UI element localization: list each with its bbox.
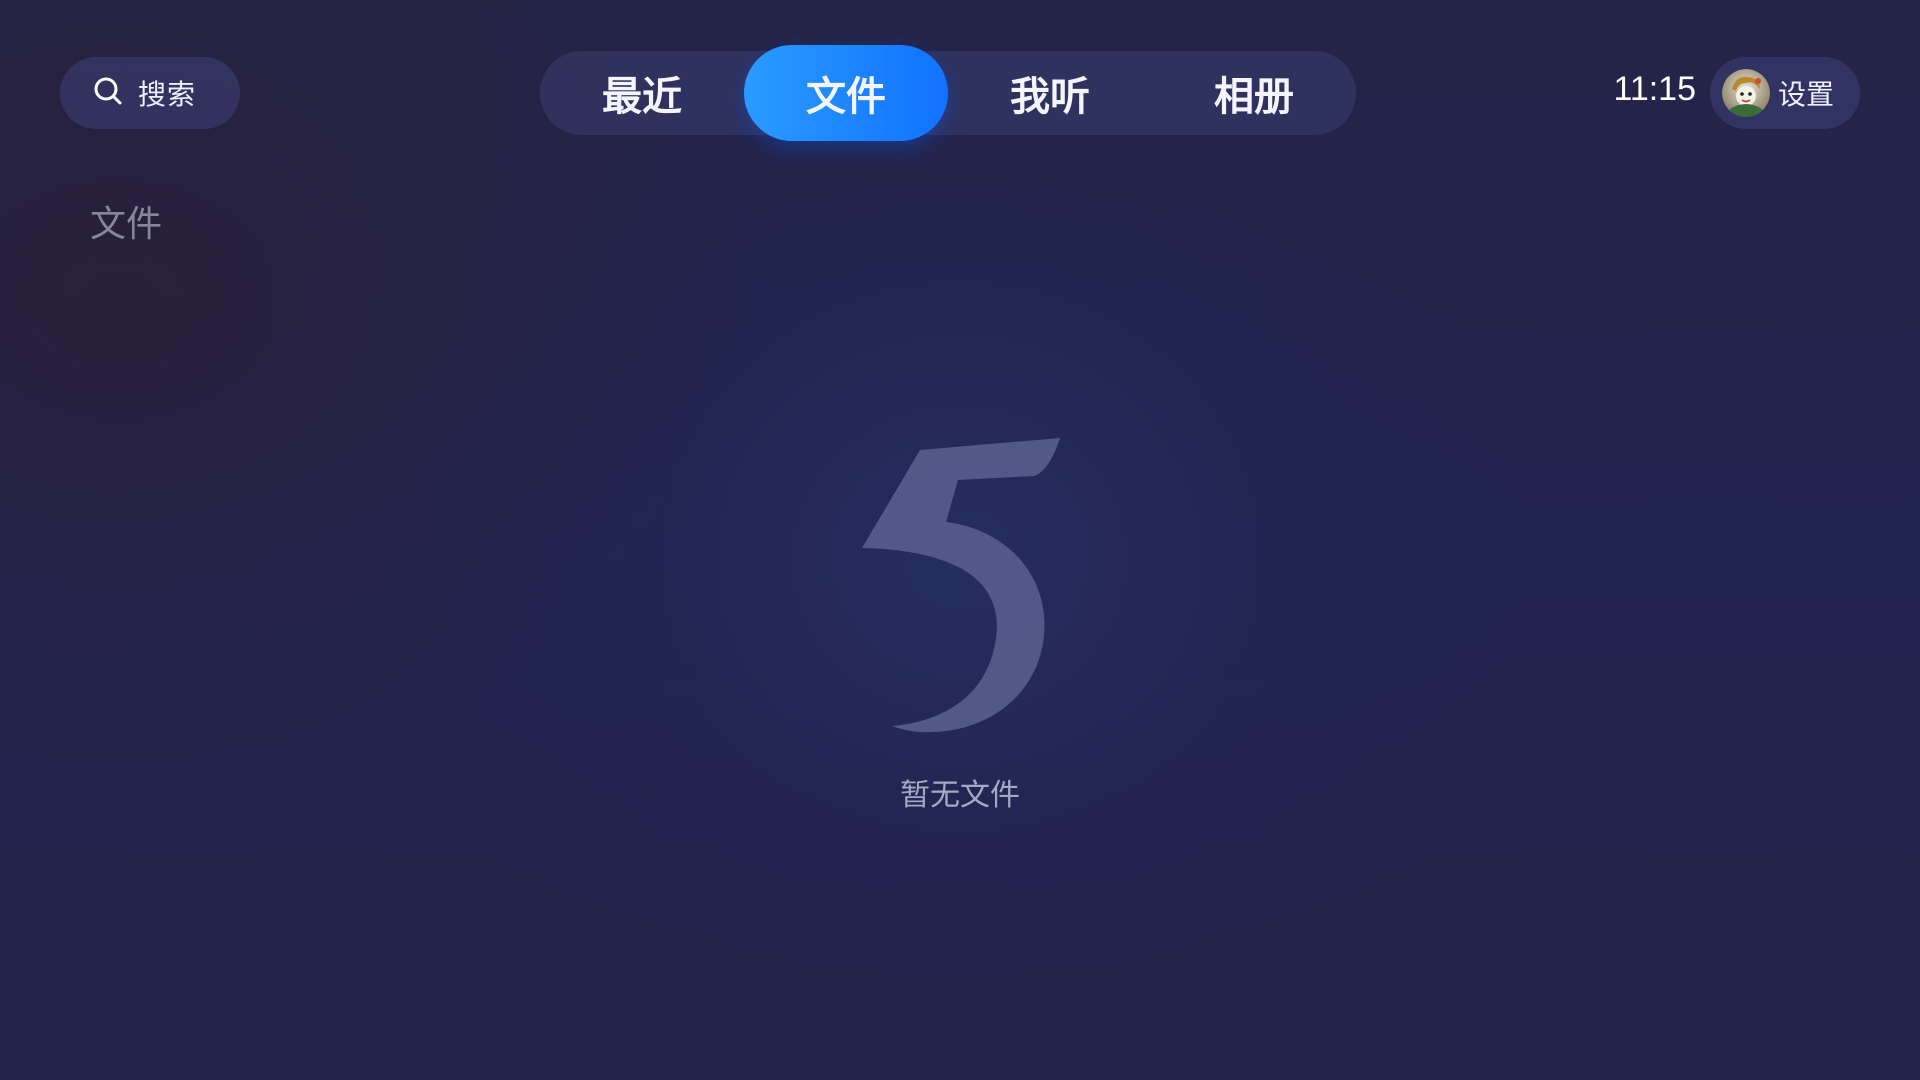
tab-bar: 最近 我听 相册 文件 bbox=[540, 45, 1356, 141]
clock-time: 11:15 bbox=[1613, 70, 1696, 108]
page-title: 文件 bbox=[90, 204, 163, 245]
empty-state-message: 暂无文件 bbox=[900, 778, 1020, 813]
tab-files[interactable]: 文件 bbox=[744, 45, 948, 141]
search-button[interactable]: 搜索 bbox=[60, 57, 240, 129]
search-label: 搜索 bbox=[138, 78, 197, 111]
tab-album[interactable]: 相册 bbox=[1152, 51, 1356, 135]
empty-state-logo-icon bbox=[850, 430, 1070, 740]
tab-listen[interactable]: 我听 bbox=[948, 51, 1152, 135]
avatar bbox=[1722, 69, 1770, 117]
settings-button[interactable]: 设置 bbox=[1710, 57, 1860, 129]
tab-recent[interactable]: 最近 bbox=[540, 51, 744, 135]
search-icon bbox=[92, 75, 124, 111]
settings-label: 设置 bbox=[1778, 78, 1835, 111]
